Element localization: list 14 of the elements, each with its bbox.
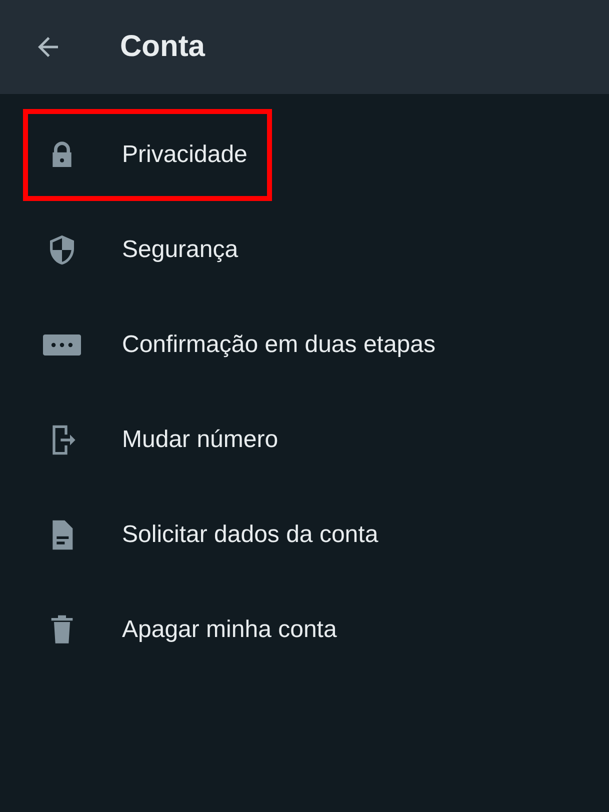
menu-item[interactable]: Segurança bbox=[0, 202, 609, 297]
menu-item[interactable]: Privacidade bbox=[0, 107, 609, 202]
menu-item[interactable]: Confirmação em duas etapas bbox=[0, 297, 609, 392]
password-dots-icon bbox=[43, 332, 81, 358]
menu-item-label: Mudar número bbox=[122, 426, 278, 454]
menu-item-label: Segurança bbox=[122, 236, 238, 264]
menu-item[interactable]: Solicitar dados da conta bbox=[0, 487, 609, 582]
menu-item[interactable]: Apagar minha conta bbox=[0, 582, 609, 677]
screen-title: Conta bbox=[120, 30, 205, 64]
menu-item-label: Solicitar dados da conta bbox=[122, 520, 378, 548]
menu-item-label: Apagar minha conta bbox=[122, 616, 337, 644]
menu-item[interactable]: Mudar número bbox=[0, 392, 609, 487]
menu-item-label: Confirmação em duas etapas bbox=[122, 330, 436, 358]
menu-item-label: Privacidade bbox=[122, 140, 248, 168]
